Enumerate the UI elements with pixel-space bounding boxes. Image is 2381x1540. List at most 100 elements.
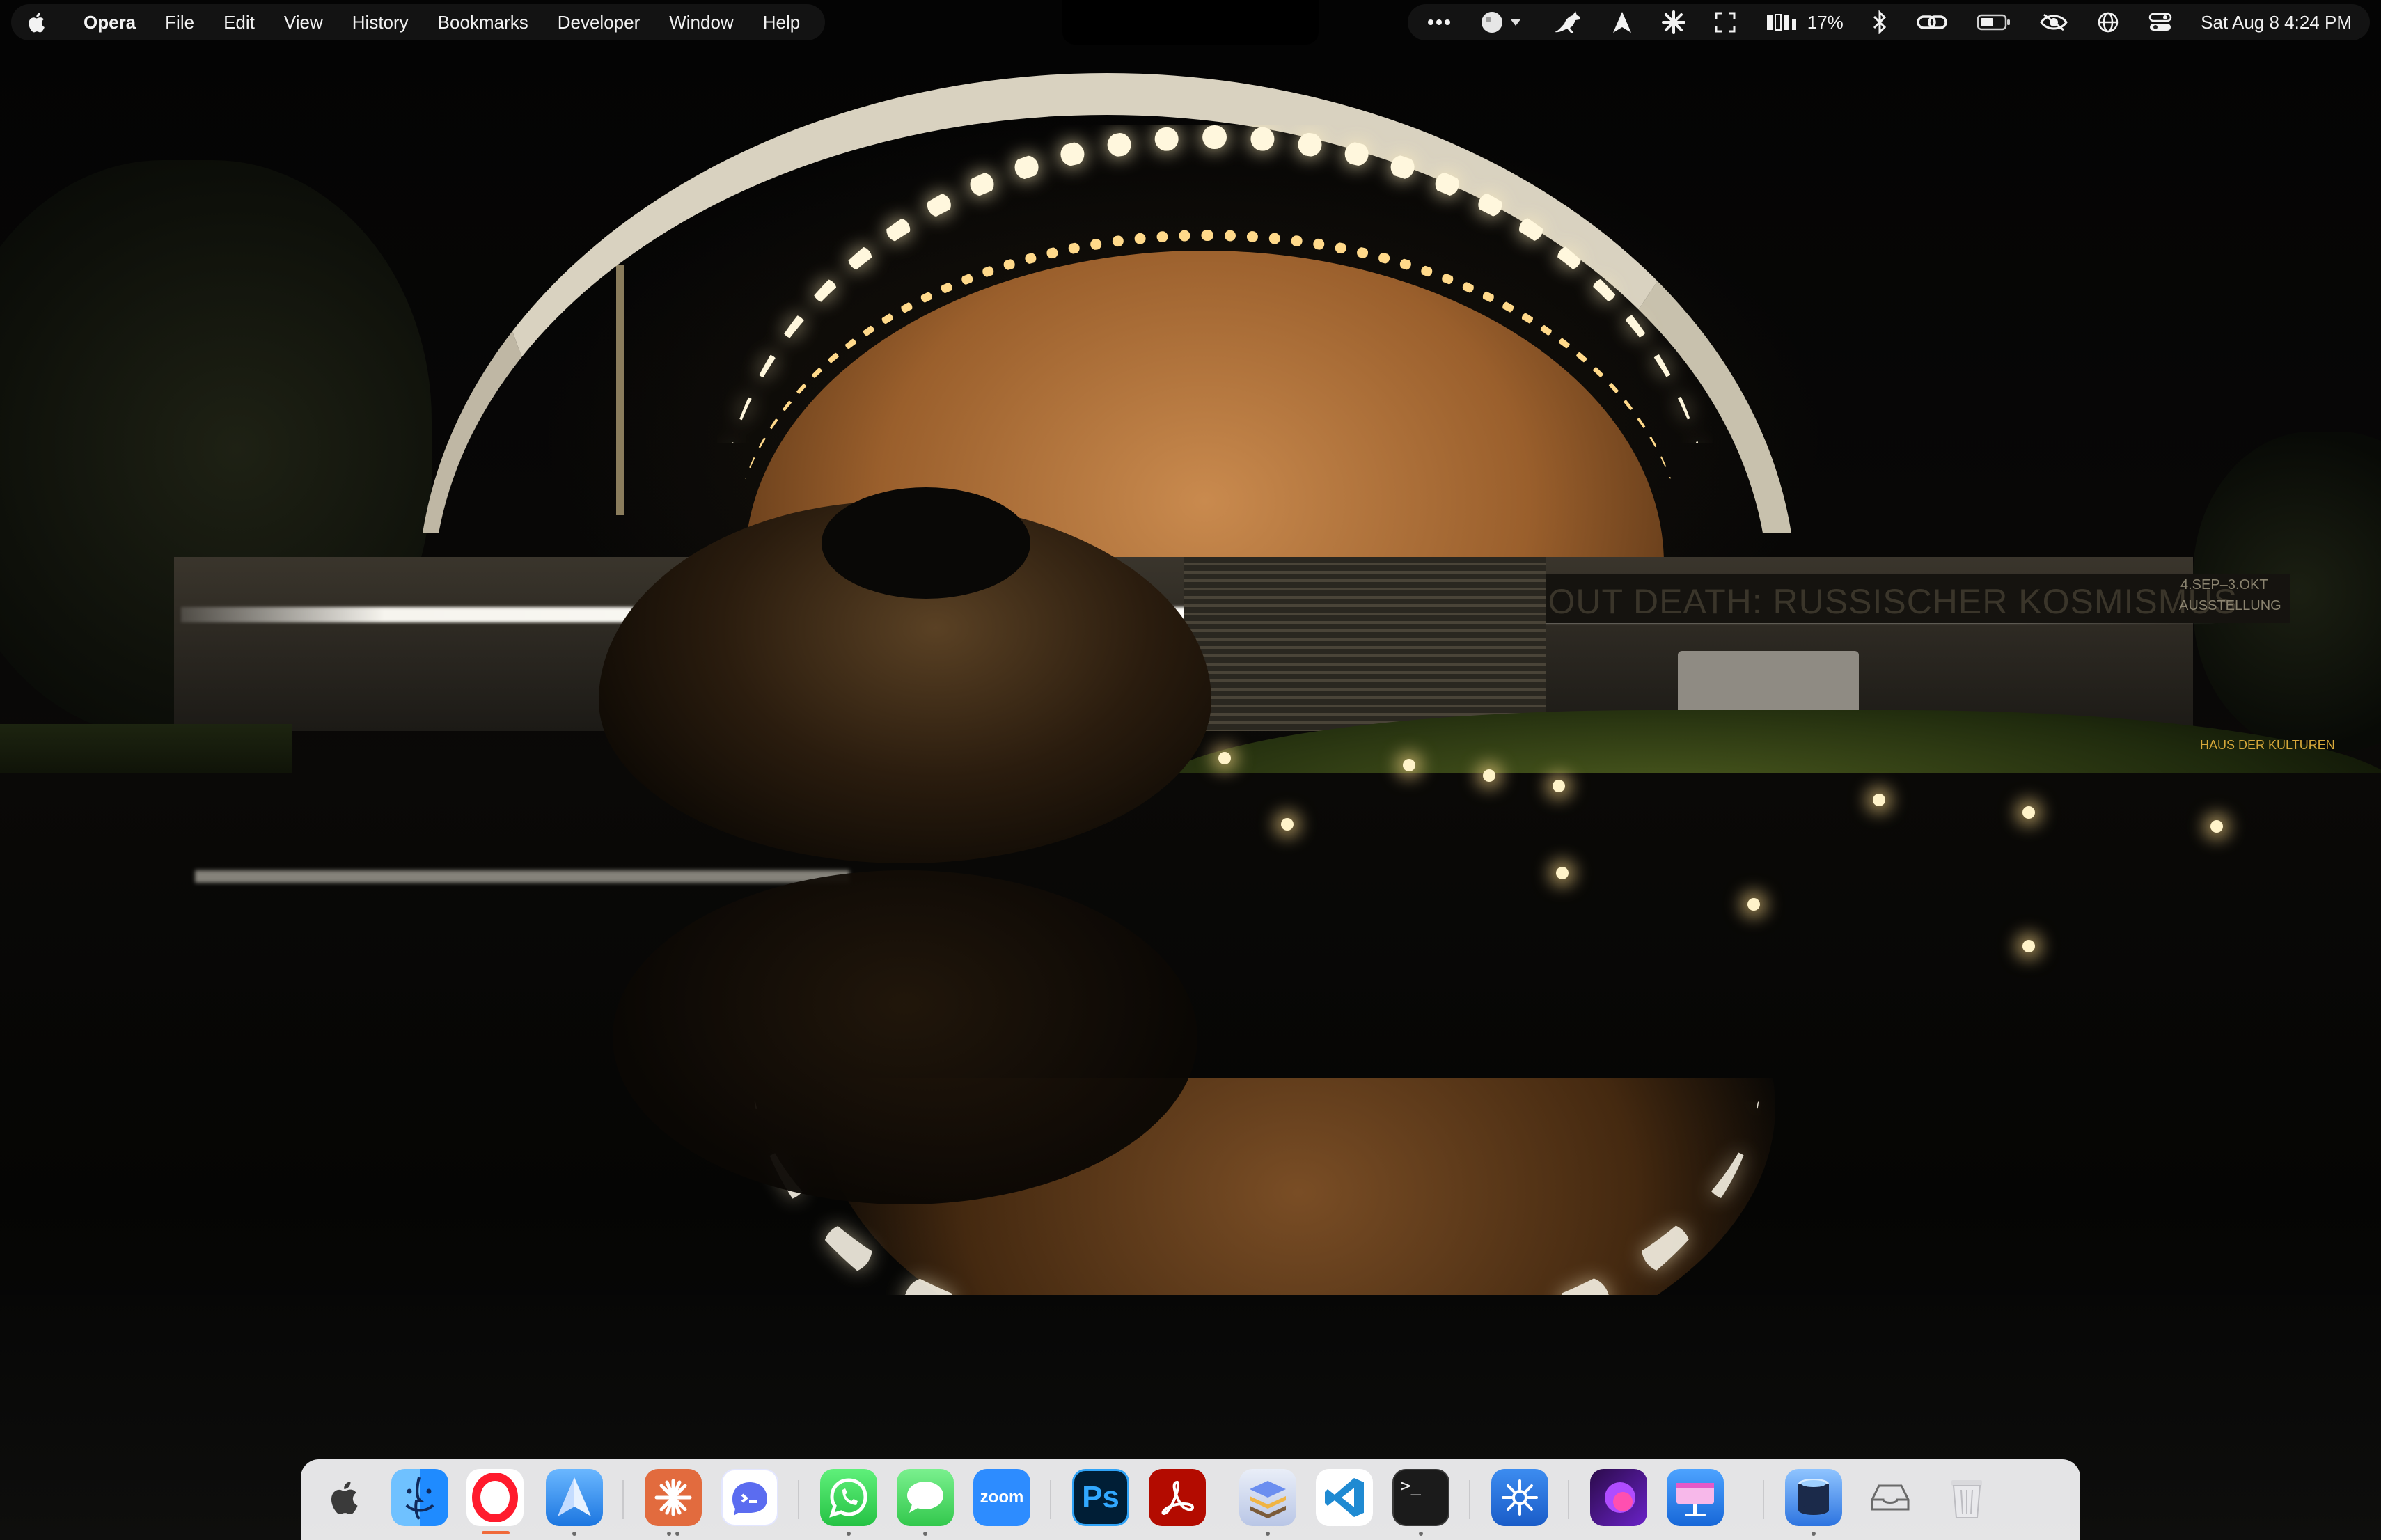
entrance-stairs: [1184, 557, 1546, 731]
garden-lamp: [2022, 940, 2035, 952]
control-center-icon[interactable]: [2148, 12, 2172, 33]
messages-icon: [907, 1482, 943, 1513]
menu-app-name[interactable]: Opera: [84, 12, 136, 33]
menu-view[interactable]: View: [284, 12, 323, 33]
arrow-up-icon[interactable]: [1612, 10, 1633, 34]
sculpture-notch: [822, 487, 1030, 599]
dock-item-keynote[interactable]: [1667, 1469, 1724, 1526]
dock-item-copilot[interactable]: [721, 1469, 778, 1526]
sparkle-icon[interactable]: [1661, 10, 1685, 34]
stacks-icon: [1250, 1481, 1286, 1518]
dock-item-messages[interactable]: [897, 1469, 954, 1526]
more-icon[interactable]: [1427, 19, 1451, 26]
clock[interactable]: Sat Aug 8 4:24 PM: [2201, 12, 2352, 33]
menu-bar-status-area: 17% Sat Aug 8 4:24 PM: [1408, 4, 2370, 40]
battery-stats-icon: [1766, 14, 1796, 31]
dock-separator: [1050, 1480, 1051, 1519]
garden-lamp: [1747, 898, 1760, 911]
battery-stats[interactable]: 17%: [1766, 12, 1844, 33]
dock-item-vscode[interactable]: [1316, 1469, 1373, 1526]
apple-icon[interactable]: [26, 10, 49, 35]
running-indicator: [847, 1532, 851, 1536]
testflight-icon: [558, 1477, 591, 1516]
pool-reflection-strip: [195, 870, 849, 883]
terminal-icon-label: >_: [1401, 1476, 1421, 1495]
garden-lamp: [1403, 759, 1415, 771]
dock-item-apple[interactable]: [317, 1469, 375, 1526]
link-icon[interactable]: [1917, 13, 1947, 32]
perplexity-icon: [1502, 1479, 1538, 1516]
vscode-icon: [1325, 1478, 1364, 1517]
dock-separator: [1763, 1480, 1764, 1519]
battery-percent: 17%: [1807, 11, 1844, 33]
running-indicator: [1266, 1532, 1270, 1536]
kangaroo-icon[interactable]: [1552, 10, 1582, 35]
preview-icon: [1798, 1479, 1829, 1515]
garden-lamp: [1553, 780, 1565, 792]
running-indicator: [572, 1532, 576, 1536]
dock-item-acrobat[interactable]: [1149, 1469, 1206, 1526]
dock-item-photoshop[interactable]: Ps: [1072, 1469, 1129, 1526]
dock-item-finder[interactable]: [391, 1469, 448, 1526]
menu-window[interactable]: Window: [669, 12, 733, 33]
zoom-icon-label: zoom: [980, 1488, 1024, 1507]
active-app-indicator: [482, 1531, 510, 1534]
garden-lamp: [2022, 806, 2035, 819]
dock-item-arc[interactable]: [1590, 1469, 1647, 1526]
dock-item-testflight[interactable]: [546, 1469, 603, 1526]
desktop-wallpaper: RT WITHOUT DEATH: RUSSISCHER KOSMISMUS 4…: [0, 0, 2381, 1540]
banner-sub: AUSSTELLUNG: [2179, 598, 2281, 613]
menu-history[interactable]: History: [352, 12, 409, 33]
running-indicator: [667, 1532, 671, 1536]
dock-item-opera[interactable]: [466, 1469, 524, 1526]
dock: zoom Ps >_: [301, 1459, 2080, 1540]
eye-slash-icon[interactable]: [2040, 12, 2068, 33]
menu-file[interactable]: File: [165, 12, 194, 33]
arc-icon: [1605, 1482, 1635, 1513]
claude-icon: [654, 1479, 692, 1516]
copilot-icon: [732, 1482, 767, 1516]
dock-item-claude[interactable]: [645, 1469, 702, 1526]
menu-developer[interactable]: Developer: [558, 12, 641, 33]
garden-lamp: [1281, 818, 1294, 831]
running-indicator: [1812, 1532, 1816, 1536]
dock-item-whatsapp[interactable]: [820, 1469, 877, 1526]
dock-item-preview[interactable]: [1785, 1469, 1842, 1526]
battery-icon[interactable]: [1977, 13, 2011, 31]
garden-lamp: [1218, 752, 1231, 764]
inbox-tray-icon: [1871, 1484, 1910, 1511]
dock-item-stacks[interactable]: [1239, 1469, 1296, 1526]
menu-bookmarks[interactable]: Bookmarks: [438, 12, 528, 33]
dock-separator: [1568, 1480, 1569, 1519]
garden-lamp: [1873, 794, 1885, 806]
whatsapp-icon: [829, 1478, 867, 1518]
menu-edit[interactable]: Edit: [223, 12, 255, 33]
menu-bar: Opera File Edit View History Bookmarks D…: [0, 0, 2381, 45]
bluetooth-icon[interactable]: [1872, 10, 1887, 34]
banner-dates: 4.SEP–3.OKT: [2180, 577, 2268, 592]
garden-lamp: [1556, 867, 1569, 879]
sign-text: HAUS DER KULTUREN: [2200, 738, 2335, 752]
dock-item-zoom[interactable]: zoom: [973, 1469, 1030, 1526]
dock-separator: [798, 1480, 799, 1519]
dock-item-downloads[interactable]: [1862, 1469, 1919, 1526]
keynote-icon: [1676, 1483, 1714, 1516]
apple-logo-icon: [331, 1482, 358, 1514]
avatar-dropdown-icon[interactable]: [1480, 10, 1523, 34]
photoshop-icon-label: Ps: [1082, 1480, 1119, 1514]
trash-icon: [1951, 1480, 1982, 1518]
running-indicator: [675, 1532, 679, 1536]
opera-icon: [472, 1473, 518, 1522]
finder-icon: [405, 1477, 434, 1521]
expand-icon[interactable]: [1714, 11, 1736, 33]
acrobat-icon: [1161, 1480, 1195, 1515]
dock-item-terminal[interactable]: >_: [1392, 1469, 1449, 1526]
globe-icon[interactable]: [2097, 11, 2119, 33]
garden-lamp: [2210, 820, 2223, 833]
dock-separator: [1469, 1480, 1470, 1519]
dock-item-trash[interactable]: [1938, 1469, 1995, 1526]
running-indicator: [923, 1532, 927, 1536]
menu-help[interactable]: Help: [763, 12, 800, 33]
dock-item-perplexity[interactable]: [1491, 1469, 1548, 1526]
dock-separator: [622, 1480, 624, 1519]
